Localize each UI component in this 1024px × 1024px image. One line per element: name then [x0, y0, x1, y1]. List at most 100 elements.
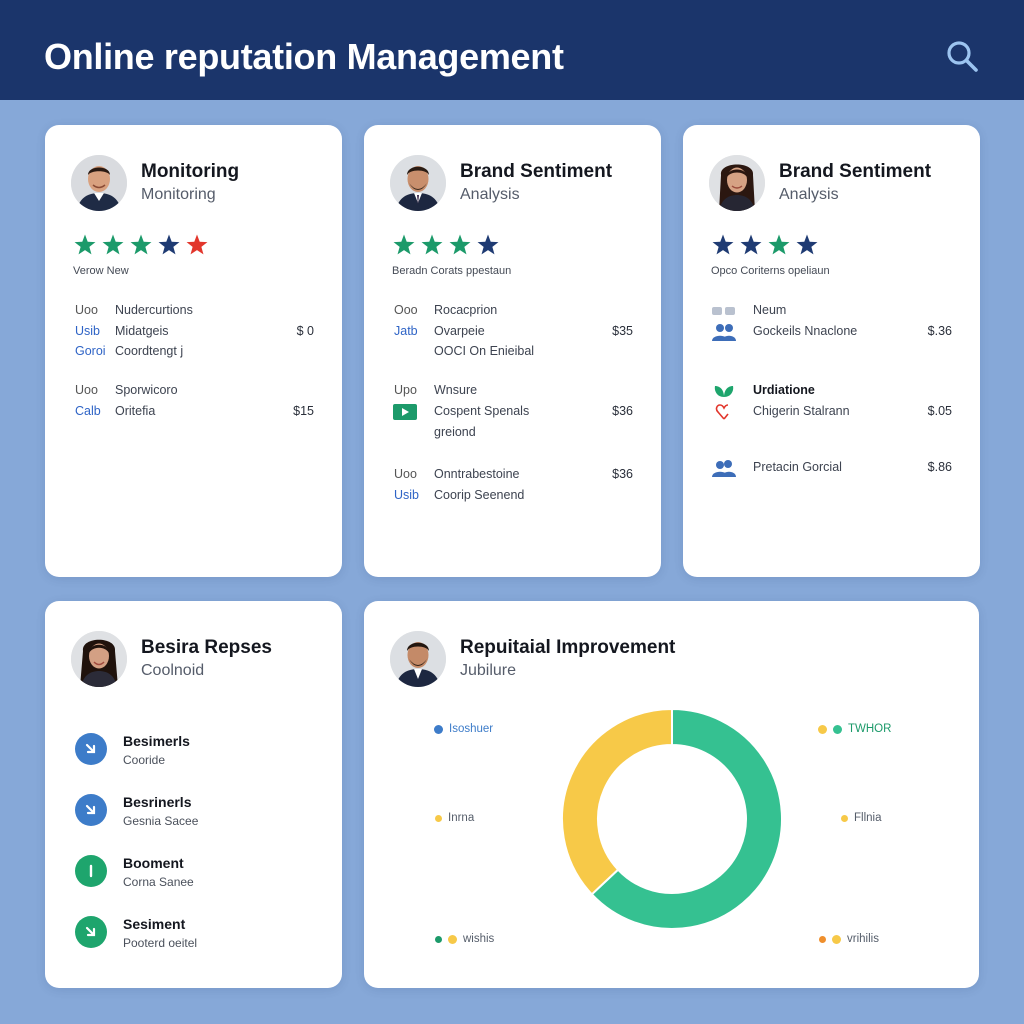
leaf-icon	[711, 381, 737, 401]
star-icon	[449, 234, 471, 255]
list-row[interactable]: Cospent Spenals $36	[392, 404, 633, 424]
legend-dot	[833, 724, 842, 734]
donut-chart	[561, 707, 783, 930]
list-item[interactable]: Besimerls Cooride	[73, 731, 333, 771]
legend-dot	[434, 724, 443, 734]
row-text: Pretacin Gorcial	[753, 460, 842, 474]
list-row: OOCI On Enieibal	[392, 344, 633, 364]
avatar	[390, 631, 446, 687]
row-price: $.05	[927, 404, 952, 418]
legend-dot	[841, 814, 848, 822]
users-icon	[711, 322, 737, 342]
legend-dot	[819, 935, 826, 943]
row-price: $ 0	[296, 324, 314, 338]
list-row: Uoo Sporwicoro	[73, 383, 314, 403]
row-key: Usib	[75, 324, 101, 338]
row-text: Nudercurtions	[115, 303, 193, 317]
list-item-subtitle: Pooterd oeitel	[123, 936, 198, 950]
row-price: $.36	[927, 324, 952, 338]
responses-card: Besira Repses Coolnoid Besimerls Cooride…	[45, 601, 342, 988]
row-key: Goroi	[75, 344, 106, 358]
top-bar: Online reputation Management	[0, 0, 1024, 100]
row-text: Cospent Spenals	[434, 404, 530, 418]
bar-icon	[75, 855, 107, 887]
heart-icon	[711, 402, 737, 422]
row-key: Calb	[75, 404, 101, 418]
row-text: Coordtengt j	[115, 344, 184, 358]
row-key: Ooo	[394, 303, 418, 317]
row-text: Midatgeis	[115, 324, 169, 338]
row-text: greiond	[434, 425, 476, 439]
list-item-title: Besimerls	[123, 733, 190, 749]
star-icon	[768, 234, 790, 255]
card-title: Monitoring	[141, 161, 240, 182]
legend-label: Isoshuer	[449, 723, 494, 735]
card-subtitle: Coolnoid	[141, 662, 205, 679]
legend-label: vrihilis	[847, 933, 879, 945]
arrow-down-right-icon	[75, 794, 107, 826]
row-price: $15	[293, 404, 314, 418]
arrow-down-right-icon	[75, 733, 107, 765]
rating-stars	[73, 233, 209, 257]
list-item-subtitle: Corna Sanee	[123, 875, 194, 889]
list-row: Upo Wnsure	[392, 383, 633, 403]
list-row: Calb Oritefia $15	[73, 404, 314, 424]
row-key: Jatb	[394, 324, 418, 338]
card-title: Brand Sentiment	[779, 161, 932, 182]
rating-caption: Verow New	[73, 265, 129, 277]
search-icon	[947, 41, 978, 72]
list-row: Neum	[711, 303, 952, 323]
avatar	[709, 155, 765, 211]
row-price: $35	[612, 324, 633, 338]
legend-item: wishis	[435, 933, 494, 945]
list-row: Pretacin Gorcial $.86	[711, 460, 952, 480]
star-icon	[102, 234, 124, 255]
row-text: Onntrabestoine	[434, 467, 520, 481]
legend-dot	[832, 934, 841, 944]
legend-item: Isoshuer	[434, 723, 493, 735]
donut-segment-yellow	[561, 707, 673, 896]
row-text: Ovarpeie	[434, 324, 485, 338]
users-icon	[711, 458, 737, 478]
list-item[interactable]: Sesiment Pooterd oeitel	[73, 914, 333, 954]
card-subtitle: Jubilure	[460, 662, 517, 679]
list-row: Usib Midatgeis $ 0	[73, 324, 314, 344]
star-icon	[393, 234, 415, 255]
list-item-subtitle: Cooride	[123, 753, 166, 767]
rating-stars	[711, 233, 819, 257]
row-text: Oritefia	[115, 404, 156, 418]
rating-stars	[392, 233, 500, 257]
list-item[interactable]: Booment Corna Sanee	[73, 853, 333, 893]
legend-item: Inrna	[435, 812, 474, 824]
brand-sentiment-card: Brand Sentiment Analysis Beradn Corats p…	[364, 125, 661, 577]
monitoring-card: Monitoring Monitoring Verow New Uoo Nude…	[45, 125, 342, 577]
list-row: Uoo Onntrabestoine $36	[392, 467, 633, 487]
list-row: Urdiatione	[711, 383, 952, 403]
list-item[interactable]: Besrinerls Gesnia Sacee	[73, 792, 333, 832]
avatar	[71, 155, 127, 211]
list-item-title: Booment	[123, 855, 184, 871]
star-icon	[421, 234, 443, 255]
card-subtitle: Analysis	[460, 186, 520, 203]
list-row: Ooo Rocacprion	[392, 303, 633, 323]
row-text: Gockeils Nnaclone	[753, 324, 858, 338]
star-icon	[74, 234, 96, 255]
row-text: Neum	[753, 303, 787, 317]
card-title: Repuitaial Improvement	[460, 637, 676, 658]
row-key: Uoo	[75, 303, 98, 317]
row-key: Usib	[394, 488, 420, 502]
row-text: Wnsure	[434, 383, 478, 397]
video-icon[interactable]	[392, 402, 418, 422]
search-button[interactable]	[940, 34, 984, 78]
legend-dot	[448, 934, 457, 944]
row-key: Uoo	[75, 383, 98, 397]
legend-label: wishis	[463, 933, 495, 945]
avatar	[71, 631, 127, 687]
list-row: Chigerin Stalrann $.05	[711, 404, 952, 424]
row-text: OOCI On Enieibal	[434, 344, 535, 358]
legend-dot	[818, 724, 827, 734]
legend-item: vrihilis	[819, 933, 879, 945]
star-icon	[477, 234, 499, 255]
list-row: Uoo Nudercurtions	[73, 303, 314, 323]
row-text: Urdiatione	[753, 383, 815, 397]
